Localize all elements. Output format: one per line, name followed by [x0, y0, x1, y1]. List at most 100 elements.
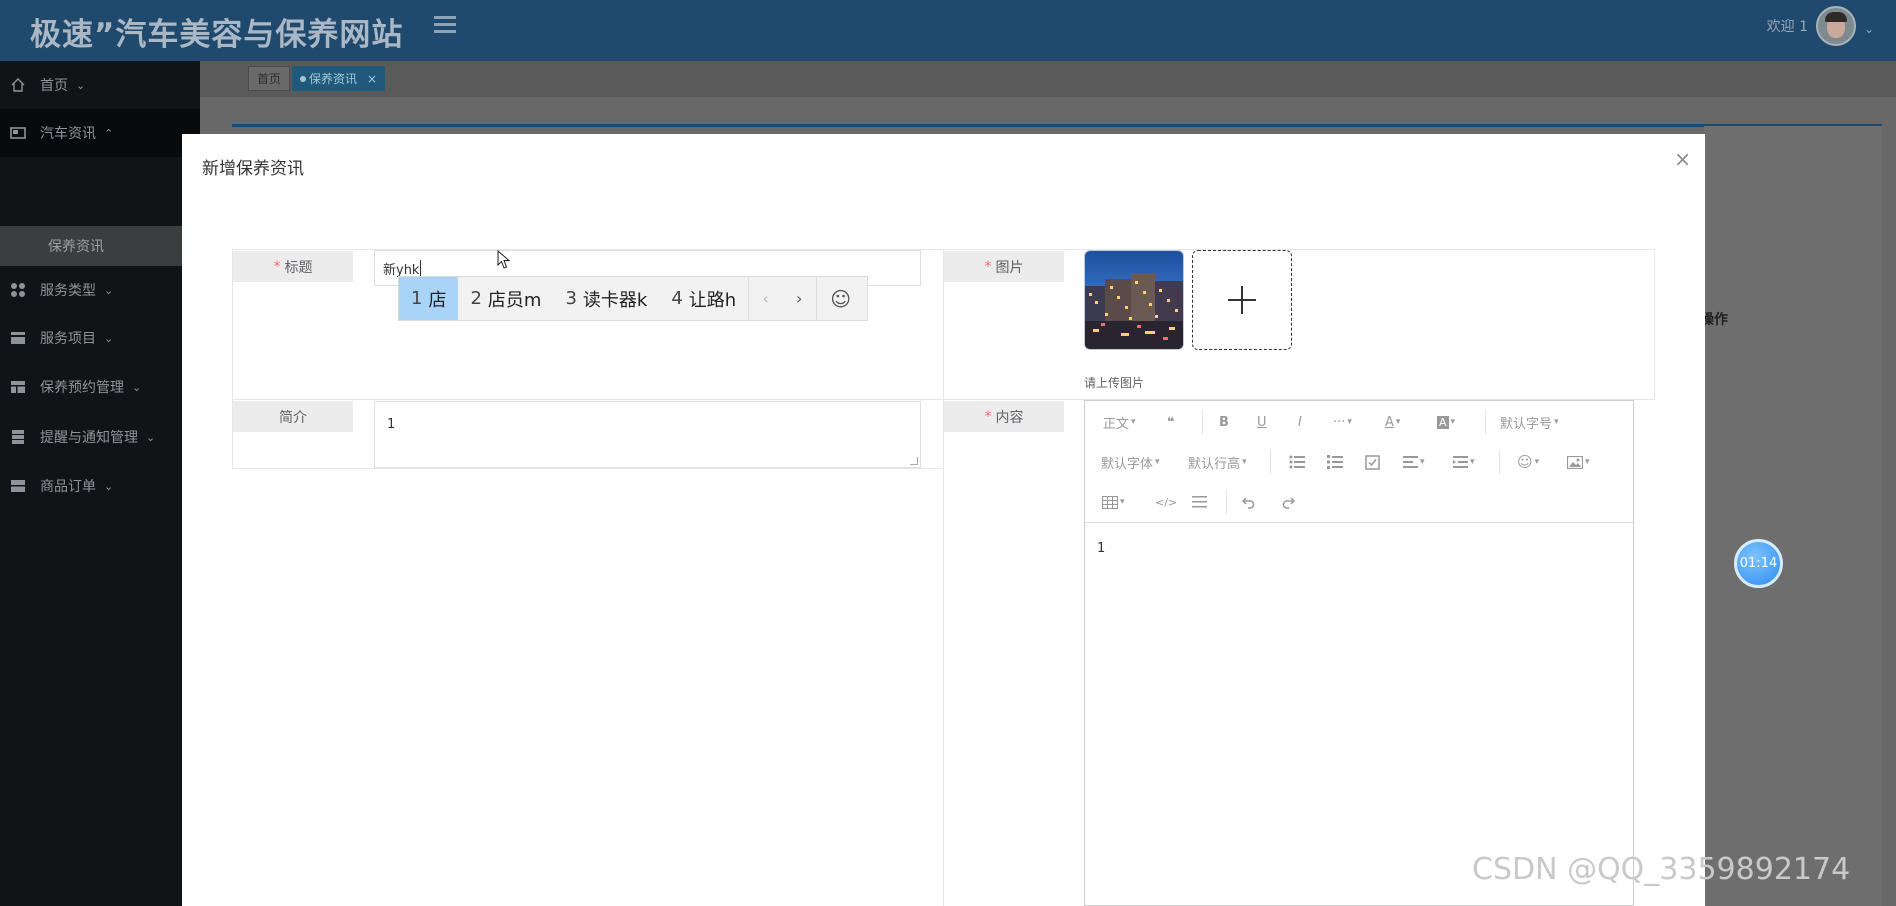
- tabs-bar: [200, 61, 1896, 97]
- uploaded-image-thumbnail[interactable]: [1084, 250, 1184, 350]
- form-border: [1654, 249, 1655, 400]
- close-icon[interactable]: ×: [1674, 149, 1691, 169]
- content-label: * 内容: [944, 401, 1064, 432]
- more-format-dropdown[interactable]: ··· ▾: [1333, 411, 1352, 433]
- server-icon: [10, 429, 26, 445]
- tab-maintenance-news[interactable]: 保养资讯 ×: [292, 66, 386, 91]
- font-family-dropdown[interactable]: 默认字体 ▾: [1101, 451, 1160, 473]
- caret-down-icon: ▾: [1155, 457, 1160, 467]
- image-dropdown[interactable]: ▾: [1567, 451, 1590, 473]
- line-height-dropdown[interactable]: 默认行高 ▾: [1188, 451, 1247, 473]
- chevron-down-icon: ⌄: [104, 479, 114, 493]
- caret-down-icon: ▾: [1420, 457, 1425, 467]
- image-label: * 图片: [944, 251, 1064, 282]
- todo-checkbox-icon[interactable]: [1365, 451, 1380, 473]
- page-header-strip: [232, 124, 1882, 127]
- chevron-down-icon[interactable]: ⌄: [1864, 22, 1874, 36]
- site-title: 极速”汽车美容与保养网站: [30, 17, 404, 53]
- intro-label: 简介: [233, 401, 353, 432]
- sidebar-item-label: 服务项目: [40, 331, 96, 347]
- candidate-number: 1: [411, 288, 423, 309]
- sidebar-item-car-news[interactable]: 汽车资讯 ⌃: [0, 109, 200, 157]
- form-border: [943, 249, 944, 906]
- chevron-down-icon: ⌄: [146, 430, 156, 444]
- ime-next-icon[interactable]: ›: [782, 277, 816, 320]
- font-size-dropdown[interactable]: 默认字号 ▾: [1500, 411, 1559, 433]
- sidebar-item-orders[interactable]: 商品订单 ⌄: [0, 462, 200, 510]
- welcome-text: 欢迎 1: [1766, 19, 1808, 35]
- sidebar-item-reminders[interactable]: 提醒与通知管理 ⌄: [0, 413, 200, 461]
- editor-toolbar: 正文 ▾ ❝ B U I ··· ▾ A ▾ A ▾ 默认字号 ▾ 默认字体 ▾ 默认行高 ▾…: [1085, 401, 1633, 523]
- menu-toggle-icon[interactable]: [434, 16, 456, 36]
- sidebar-item-appointment[interactable]: 保养预约管理 ⌄: [0, 363, 200, 411]
- align-dropdown[interactable]: ▾: [1403, 451, 1425, 473]
- sidebar-item-label: 商品订单: [40, 479, 96, 495]
- caret-down-icon: ▾: [1347, 417, 1352, 427]
- required-mark: *: [984, 408, 992, 425]
- sidebar-subitem-maintenance-news[interactable]: 保养资讯: [0, 226, 200, 266]
- sidebar-item-service-type[interactable]: 服务类型 ⌄: [0, 266, 200, 314]
- code-icon[interactable]: </>: [1155, 491, 1177, 513]
- horizontal-rule-icon[interactable]: [1192, 491, 1207, 513]
- title-label: * 标题: [233, 251, 353, 282]
- label-text: 标题: [284, 259, 313, 276]
- sidebar-item-home[interactable]: 首页 ⌄: [0, 61, 200, 109]
- emoji-icon: ☺: [1517, 453, 1533, 471]
- avatar[interactable]: [1816, 6, 1856, 46]
- background-color-dropdown[interactable]: A ▾: [1437, 411, 1455, 433]
- chevron-up-icon: ⌃: [104, 126, 114, 140]
- close-icon[interactable]: ×: [367, 72, 377, 86]
- chevron-down-icon: ⌄: [104, 331, 114, 345]
- sidebar-item-label: 提醒与通知管理: [40, 430, 138, 446]
- intro-textarea[interactable]: 1: [374, 401, 921, 468]
- sidebar-item-service-project[interactable]: 服务项目 ⌄: [0, 314, 200, 362]
- editor-content[interactable]: 1: [1097, 541, 1105, 556]
- font-color-dropdown[interactable]: A ▾: [1385, 411, 1400, 433]
- candidate-text: 读卡器k: [582, 289, 648, 311]
- numbered-list-icon[interactable]: [1327, 451, 1343, 473]
- candidate-number: 2: [470, 288, 482, 309]
- recording-timer[interactable]: 01:14: [1734, 539, 1783, 588]
- ime-candidate-popup: 1店 2 店员m 3 读卡器k 4 让路h ‹ › ☺: [398, 276, 868, 321]
- mouse-cursor-icon: [497, 250, 511, 269]
- sidebar: 首页 ⌄ 汽车资讯 ⌃ 保养资讯 服务类型 ⌄ 服务项目 ⌄ 保养预约管理 ⌄ 提醒与通知…: [0, 61, 200, 906]
- title-input-value: 新yhk: [383, 262, 420, 278]
- underline-icon[interactable]: U: [1257, 411, 1267, 433]
- emoji-dropdown[interactable]: ☺ ▾: [1517, 451, 1539, 473]
- resize-handle-icon[interactable]: [910, 457, 918, 465]
- tab-home[interactable]: 首页: [248, 66, 291, 91]
- undo-icon[interactable]: [1242, 491, 1257, 513]
- ime-prev-icon[interactable]: ‹: [748, 277, 782, 320]
- rich-text-editor: 正文 ▾ ❝ B U I ··· ▾ A ▾ A ▾ 默认字号 ▾ 默认字体 ▾ 默认行高 ▾…: [1084, 400, 1634, 906]
- quote-icon[interactable]: ❝: [1167, 411, 1175, 433]
- ime-candidate-2[interactable]: 2 店员m: [458, 277, 553, 320]
- paragraph-dropdown[interactable]: 正文 ▾: [1103, 411, 1136, 433]
- text-caret: [420, 260, 422, 276]
- bold-icon[interactable]: B: [1219, 411, 1229, 433]
- card-icon: [10, 330, 26, 346]
- ime-candidate-1[interactable]: 1店: [399, 277, 459, 320]
- home-icon: [10, 77, 26, 93]
- font-color-icon: A: [1385, 414, 1394, 430]
- toolbar-separator: [1202, 410, 1203, 434]
- add-image-button[interactable]: [1192, 250, 1292, 350]
- emoji-icon[interactable]: ☺: [816, 277, 864, 320]
- bullet-list-icon[interactable]: [1289, 451, 1305, 473]
- candidate-text: 让路h: [688, 289, 737, 311]
- table-icon: [10, 379, 26, 395]
- italic-icon[interactable]: I: [1298, 411, 1302, 433]
- candidate-text: 店员m: [487, 289, 542, 311]
- font-size-label: 默认字号: [1500, 416, 1553, 432]
- candidate-text: 店: [428, 289, 447, 311]
- caret-down-icon: ▾: [1585, 457, 1590, 467]
- chevron-down-icon: ⌄: [132, 380, 142, 394]
- page-panel: [1704, 126, 1882, 906]
- ime-candidate-4[interactable]: 4 让路h: [659, 277, 748, 320]
- indent-dropdown[interactable]: ▾: [1453, 451, 1475, 473]
- label-text: 图片: [995, 259, 1024, 276]
- table-dropdown[interactable]: ▾: [1102, 491, 1125, 513]
- required-mark: *: [984, 258, 992, 275]
- caret-down-icon: ▾: [1395, 417, 1401, 427]
- redo-icon[interactable]: [1280, 491, 1295, 513]
- ime-candidate-3[interactable]: 3 读卡器k: [553, 277, 659, 320]
